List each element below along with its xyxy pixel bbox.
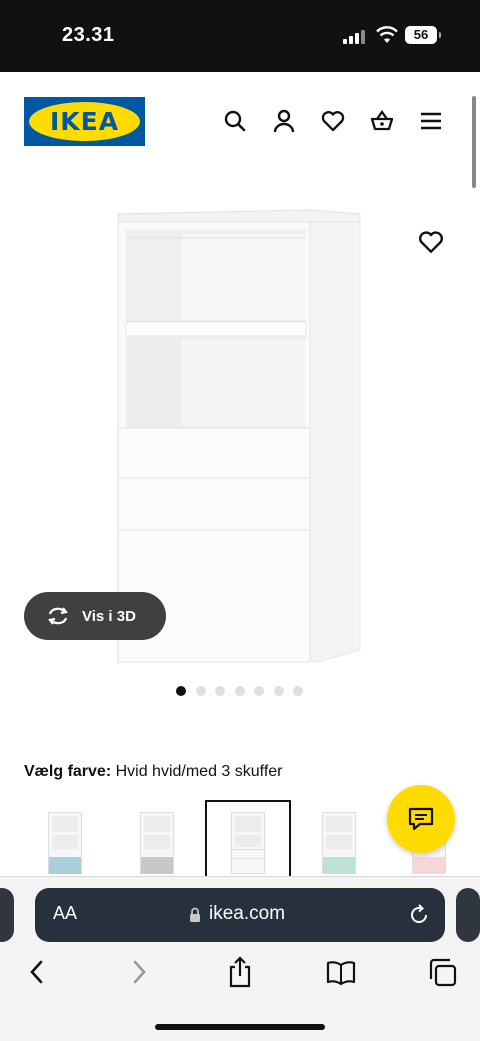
previous-tab[interactable] [0,888,14,942]
site-header: IKEA [0,72,480,172]
carousel-dot[interactable] [215,686,225,696]
back-icon[interactable] [22,955,52,989]
lock-icon [189,907,201,923]
reader-options-button[interactable]: AA [53,903,77,924]
logo-text: IKEA [49,107,120,136]
tabs-icon[interactable] [428,955,458,989]
next-tab[interactable] [456,888,480,942]
color-value: Hvid hvid/med 3 skuffer [115,763,283,780]
wifi-icon [376,26,398,44]
carousel-dot[interactable] [235,686,245,696]
bookmarks-icon[interactable] [326,955,356,989]
heart-icon[interactable] [320,108,346,134]
forward-icon[interactable] [124,955,154,989]
status-bar: 23.31 56 [0,0,480,72]
chat-button[interactable] [387,785,455,853]
rotate-3d-icon [46,605,70,627]
account-icon[interactable] [271,108,297,134]
color-swatch-white-selected[interactable] [205,800,291,878]
color-swatch-grey[interactable] [114,800,200,878]
share-icon[interactable] [225,955,255,989]
color-swatch-light-blue[interactable] [22,800,108,878]
chat-icon [408,807,434,831]
carousel-dot[interactable] [196,686,206,696]
menu-icon[interactable] [418,108,444,134]
basket-icon[interactable] [369,108,395,134]
ikea-logo[interactable]: IKEA [24,97,145,146]
color-selection-label: Vælg farve: Hvid hvid/med 3 skuffer [24,763,282,781]
search-icon[interactable] [222,108,248,134]
carousel-dot[interactable] [254,686,264,696]
home-indicator [155,1024,325,1030]
address-bar[interactable]: AA ikea.com [35,888,445,942]
aa-label: AA [53,903,78,923]
view-in-3d-button[interactable]: Vis i 3D [24,592,166,640]
status-time: 23.31 [62,24,115,46]
carousel-dot[interactable] [293,686,303,696]
reload-icon[interactable] [407,903,431,927]
carousel-dot[interactable] [176,686,186,696]
color-swatch-mint[interactable] [296,800,382,878]
add-to-favourites-heart-icon[interactable] [417,228,445,256]
color-prompt: Vælg farve: [24,763,112,780]
view-in-3d-label: Vis i 3D [82,608,136,625]
signal-icon [343,28,367,44]
carousel-dot[interactable] [274,686,284,696]
url-text: ikea.com [209,903,286,924]
battery-icon: 56 [405,26,441,44]
